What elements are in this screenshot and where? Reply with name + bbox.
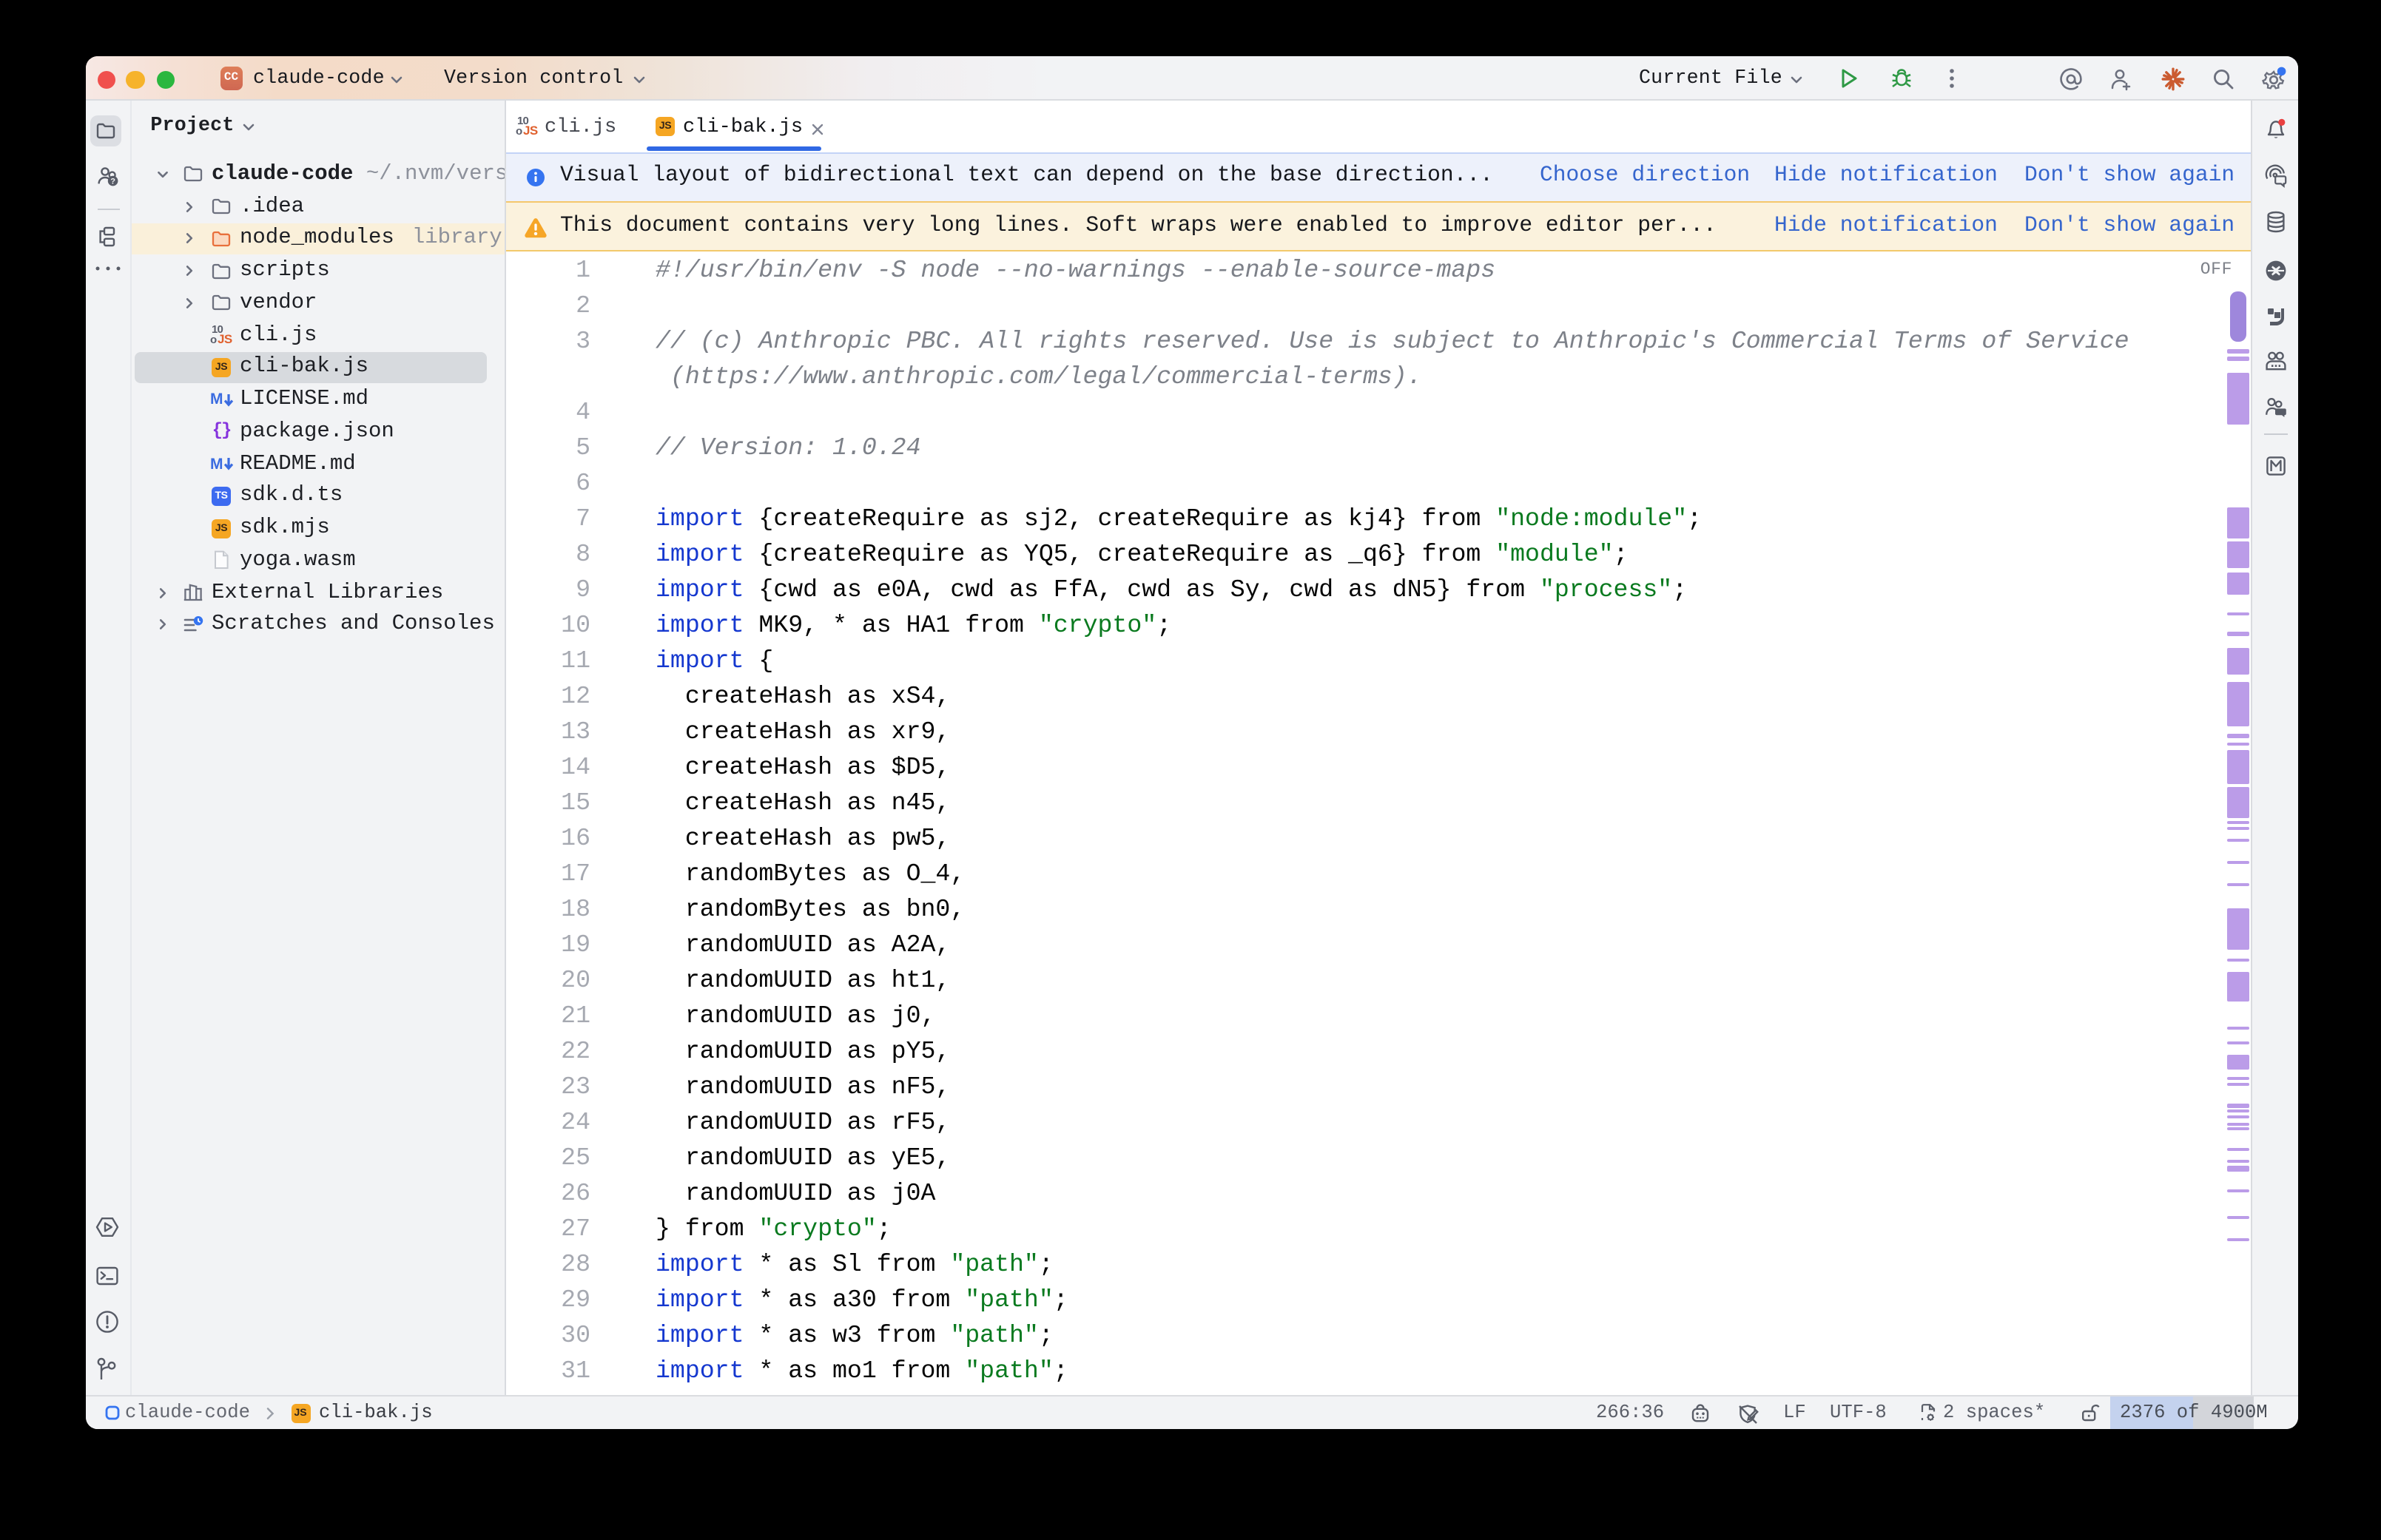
svg-text:?: ? (110, 176, 115, 185)
